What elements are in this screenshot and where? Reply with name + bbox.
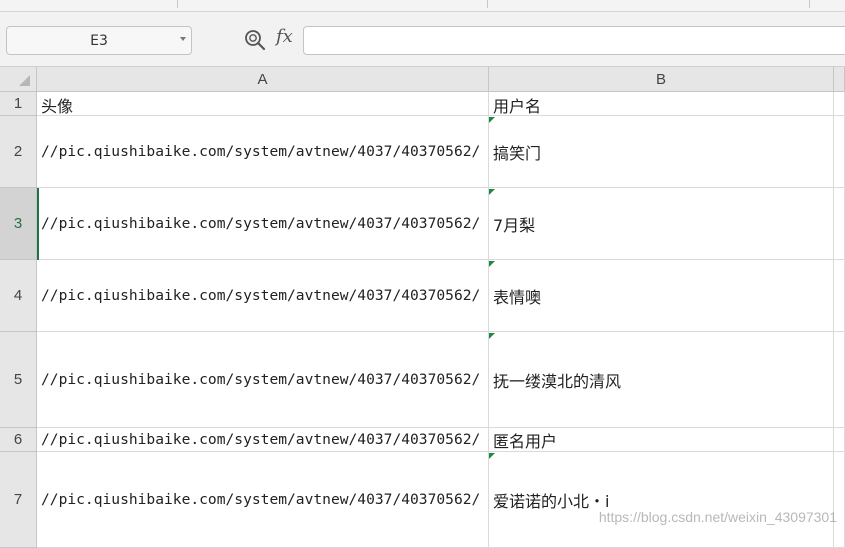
select-all-triangle-icon [19,75,30,86]
column-header-c[interactable] [834,67,845,92]
spreadsheet-grid: A B 1 头像 用户名 2 //pic.qiushibaike.com/sys… [0,67,845,535]
top-strip-segment [178,0,488,8]
row-header[interactable]: 3 [0,188,37,260]
row-header[interactable]: 1 [0,92,37,116]
error-indicator-icon [489,189,495,195]
active-row-indicator [37,188,39,260]
cell-b1[interactable]: 用户名 [489,92,834,116]
cell-c3[interactable] [834,188,845,260]
cell-a4[interactable]: //pic.qiushibaike.com/system/avtnew/4037… [37,260,489,332]
cell-c1[interactable] [834,92,845,116]
zoom-search-icon[interactable] [244,29,266,51]
row-header[interactable]: 6 [0,428,37,452]
row-header[interactable]: 7 [0,452,37,548]
formula-input[interactable] [303,26,845,55]
column-header-b[interactable]: B [489,67,834,92]
cell-b3[interactable]: 7月梨 [489,188,834,260]
column-header-a[interactable]: A [37,67,489,92]
cell-c4[interactable] [834,260,845,332]
row-header[interactable]: 5 [0,332,37,428]
error-indicator-icon [489,261,495,267]
cell-b5[interactable]: 抚一缕漠北的清风 [489,332,834,428]
cell-b4[interactable]: 表情噢 [489,260,834,332]
function-icon[interactable]: fx [276,26,293,47]
row-header[interactable]: 2 [0,116,37,188]
top-strip-segment [488,0,810,8]
cell-a2[interactable]: //pic.qiushibaike.com/system/avtnew/4037… [37,116,489,188]
select-all-corner[interactable] [0,67,37,92]
name-box[interactable]: E3 [6,26,192,55]
cell-b6[interactable]: 匿名用户 [489,428,834,452]
top-strip-segment [0,0,178,8]
top-strip [0,0,845,12]
name-box-value: E3 [90,33,108,49]
formula-bar: E3 fx [0,12,845,67]
cell-b2[interactable]: 搞笑门 [489,116,834,188]
cell-b7[interactable]: 爱诺诺的小北・i [489,452,834,548]
cell-a1[interactable]: 头像 [37,92,489,116]
error-indicator-icon [489,117,495,123]
error-indicator-icon [489,333,495,339]
cell-c5[interactable] [834,332,845,428]
cell-c2[interactable] [834,116,845,188]
cell-a5[interactable]: //pic.qiushibaike.com/system/avtnew/4037… [37,332,489,428]
cell-a6[interactable]: //pic.qiushibaike.com/system/avtnew/4037… [37,428,489,452]
row-header[interactable]: 4 [0,260,37,332]
cell-a7[interactable]: //pic.qiushibaike.com/system/avtnew/4037… [37,452,489,548]
watermark: https://blog.csdn.net/weixin_43097301 [599,509,837,525]
cell-c7[interactable] [834,452,845,548]
error-indicator-icon [489,453,495,459]
cell-a3[interactable]: //pic.qiushibaike.com/system/avtnew/4037… [37,188,489,260]
cell-c6[interactable] [834,428,845,452]
chevron-down-icon[interactable] [180,37,186,41]
